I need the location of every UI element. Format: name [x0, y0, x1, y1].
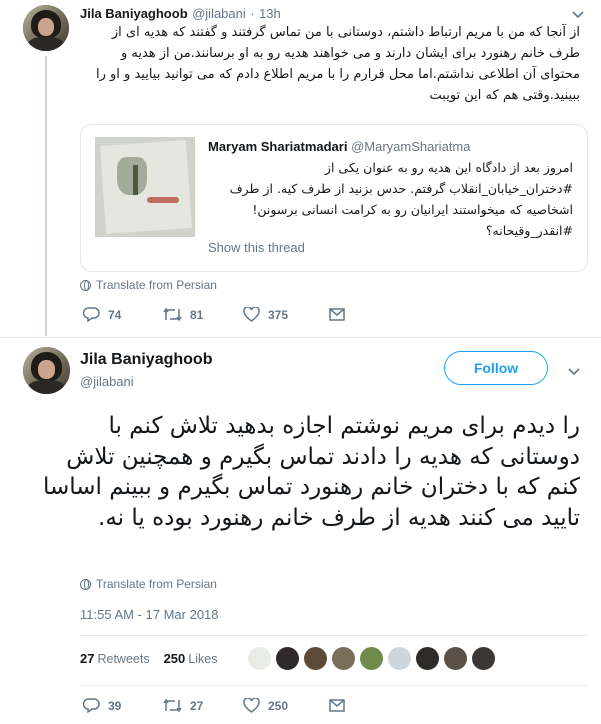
- main-author-handle[interactable]: @jilabani: [80, 374, 134, 389]
- author-handle[interactable]: @jilabani: [192, 6, 246, 21]
- tweet-actions: 74 81 375: [83, 307, 345, 322]
- tweet-header: Jila Baniyaghoob @jilabani · 13h: [80, 5, 281, 23]
- reply-button[interactable]: 74: [83, 307, 163, 322]
- divider: [0, 337, 601, 338]
- translate-link[interactable]: Translate from Persian: [80, 278, 217, 292]
- globe-icon: [80, 578, 91, 590]
- like-count: 250: [268, 698, 289, 713]
- thread-line: [45, 56, 47, 336]
- like-button[interactable]: 250: [243, 698, 329, 713]
- retweets-stat[interactable]: 27 Retweets: [80, 651, 150, 666]
- like-icon: [243, 698, 260, 713]
- globe-icon: [80, 279, 91, 291]
- liker-avatar[interactable]: [388, 647, 411, 670]
- liker-avatar[interactable]: [332, 647, 355, 670]
- message-button[interactable]: [329, 699, 345, 712]
- translate-label: Translate from Persian: [96, 577, 217, 591]
- avatar[interactable]: [23, 5, 69, 51]
- chevron-down-icon[interactable]: [572, 8, 584, 22]
- message-icon: [329, 308, 345, 321]
- liker-avatar[interactable]: [472, 647, 495, 670]
- tweet-actions: 39 27 250: [83, 698, 345, 713]
- reply-button[interactable]: 39: [83, 698, 163, 713]
- like-button[interactable]: 375: [243, 307, 329, 322]
- liker-avatar[interactable]: [248, 647, 271, 670]
- main-avatar[interactable]: [23, 347, 70, 394]
- retweet-button[interactable]: 81: [163, 307, 243, 322]
- quoted-tweet-text: امروز بعد از دادگاه این هدیه رو به عنوان…: [229, 160, 573, 238]
- liker-avatar[interactable]: [360, 647, 383, 670]
- tweet-timestamp[interactable]: 11:55 AM - 17 Mar 2018: [80, 607, 219, 622]
- reply-icon: [83, 698, 100, 713]
- liker-avatar[interactable]: [304, 647, 327, 670]
- retweet-count: 81: [190, 307, 204, 322]
- retweet-icon: [163, 698, 182, 713]
- show-thread-link[interactable]: Show this thread: [208, 240, 305, 255]
- quoted-tweet-card[interactable]: Maryam Shariatmadari @MaryamShariatma ام…: [80, 124, 588, 272]
- reply-icon: [83, 307, 100, 322]
- like-icon: [243, 307, 260, 322]
- retweets-stat-count: 27: [80, 651, 95, 666]
- liker-avatar[interactable]: [444, 647, 467, 670]
- divider: [80, 635, 588, 636]
- likes-stat[interactable]: 250 Likes: [164, 651, 218, 666]
- liker-avatar[interactable]: [276, 647, 299, 670]
- divider: [80, 685, 588, 686]
- liker-avatars: [248, 647, 495, 670]
- message-button[interactable]: [329, 308, 345, 321]
- retweet-icon: [163, 307, 182, 322]
- quoted-tweet-image[interactable]: [95, 137, 195, 237]
- translate-label: Translate from Persian: [96, 278, 217, 292]
- tweet-text: از آنجا که من با مریم ارتباط داشتم، دوست…: [96, 25, 580, 103]
- tweet-time[interactable]: 13h: [259, 6, 281, 21]
- like-count: 375: [268, 307, 289, 322]
- separator-dot: ·: [250, 6, 255, 21]
- likes-stat-count: 250: [163, 651, 186, 666]
- quoted-author-name: Maryam Shariatmadari: [208, 139, 348, 154]
- reply-count: 39: [108, 698, 122, 713]
- message-icon: [329, 699, 345, 712]
- retweet-count: 27: [190, 698, 204, 713]
- reply-count: 74: [108, 307, 122, 322]
- main-tweet-text: را دیدم برای مریم نوشتم اجازه بدهید تلاش…: [42, 413, 580, 531]
- author-name[interactable]: Jila Baniyaghoob: [80, 6, 188, 21]
- follow-button[interactable]: Follow: [444, 351, 548, 385]
- engagement-stats: 27 Retweets 250 Likes: [80, 651, 217, 666]
- likes-stat-label: Likes: [188, 652, 218, 666]
- main-author-name[interactable]: Jila Baniyaghoob: [80, 351, 212, 369]
- chevron-down-icon[interactable]: [568, 365, 580, 379]
- liker-avatar[interactable]: [416, 647, 439, 670]
- translate-link[interactable]: Translate from Persian: [80, 577, 217, 591]
- quoted-author: Maryam Shariatmadari @MaryamShariatma: [208, 139, 470, 154]
- retweet-button[interactable]: 27: [163, 698, 243, 713]
- retweets-stat-label: Retweets: [97, 652, 150, 666]
- quoted-author-handle: @MaryamShariatma: [351, 139, 471, 154]
